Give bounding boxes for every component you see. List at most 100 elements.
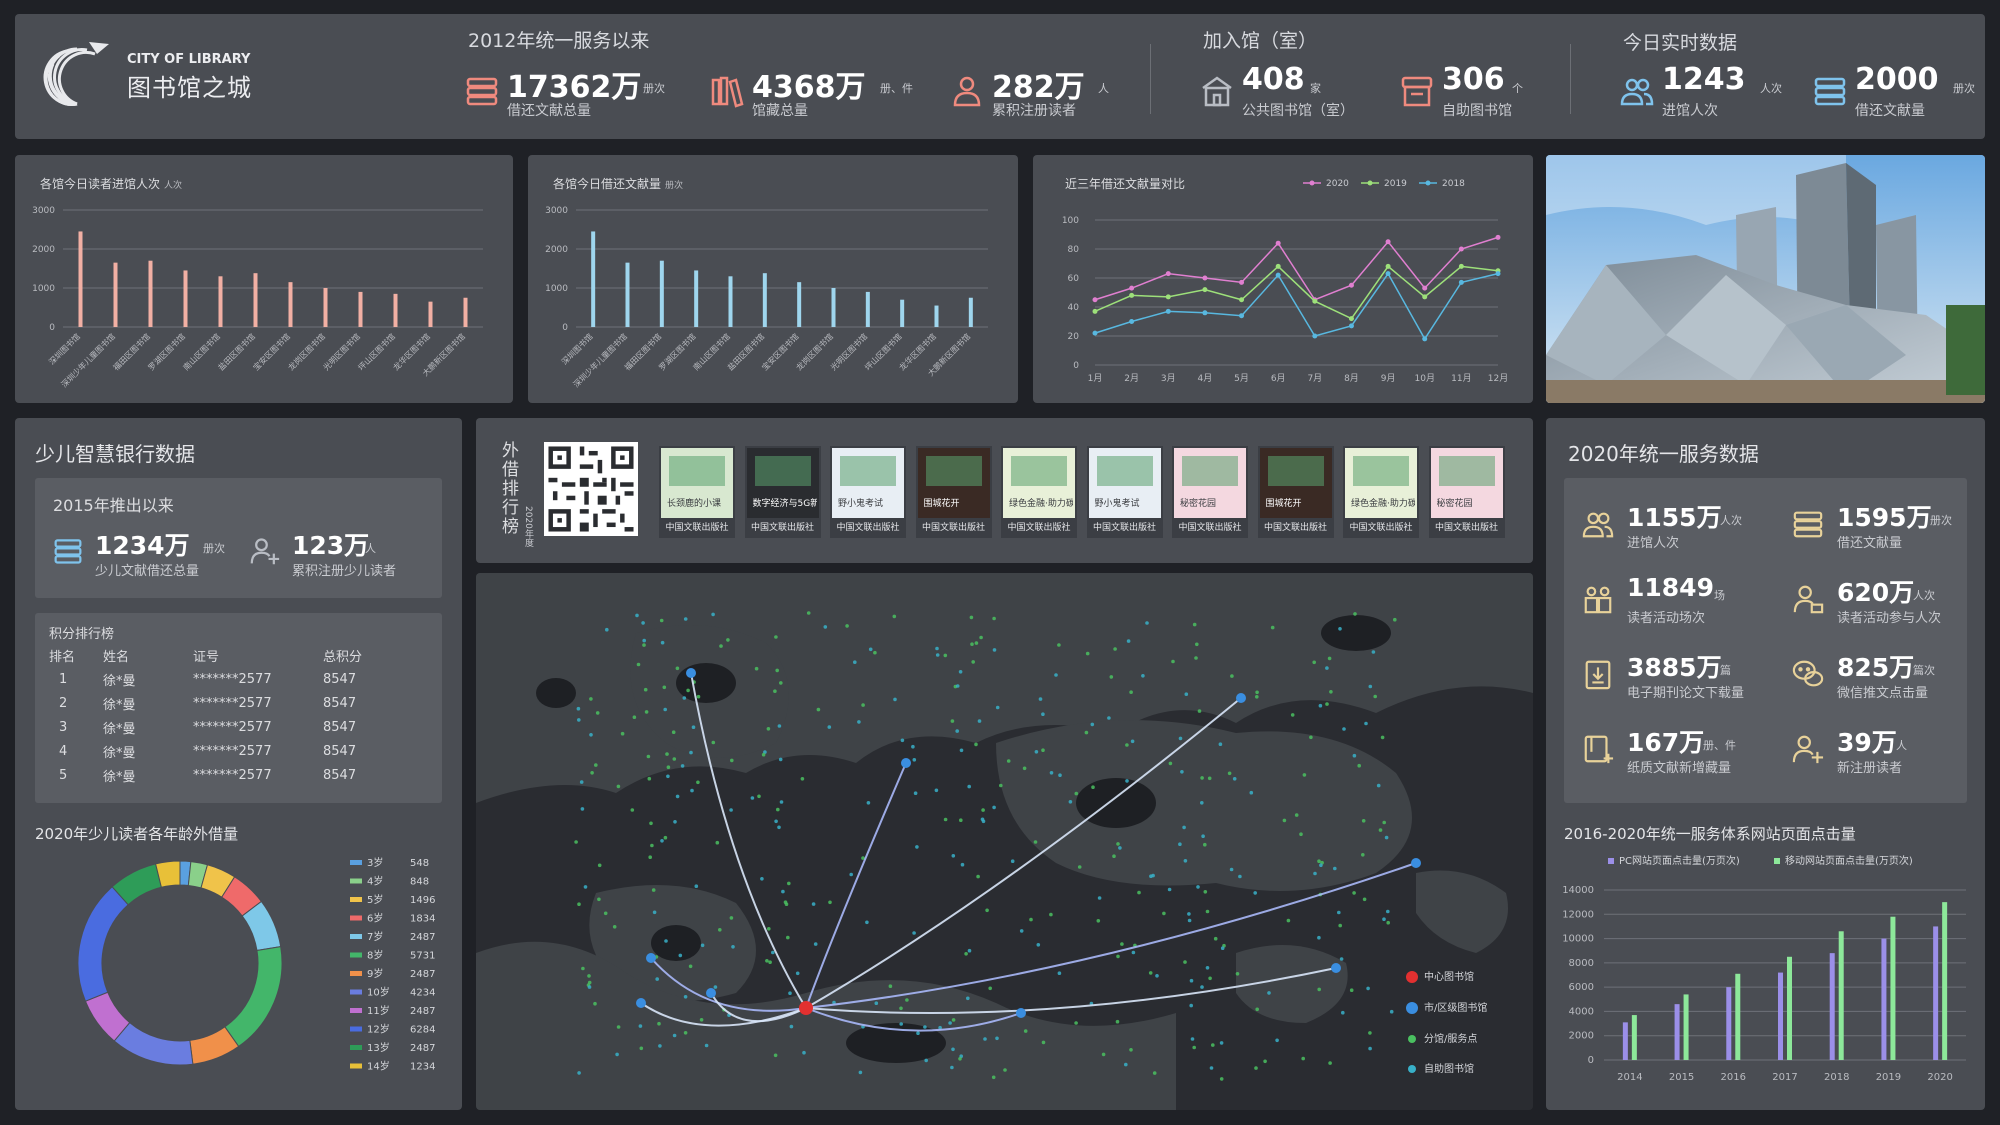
map-point: [999, 783, 1003, 788]
legend-swatch-icon: [1608, 858, 1614, 864]
y-tick-label: 80: [1068, 245, 1080, 255]
map-point: [711, 740, 716, 745]
legend-swatch-icon: [350, 952, 362, 958]
map-point: [1341, 1010, 1345, 1015]
book-title: 绿色金融·助力碳达峰、碳中和: [1009, 499, 1073, 509]
kids-bank-panel: 少儿智慧银行数据 2015年推出以来 1234万 册次 少儿文献借还总量 123…: [15, 418, 462, 1110]
y-tick-label: 0: [49, 323, 55, 333]
book-card[interactable]: 绿色金融·助力碳达峰、碳中和中国文联出版社: [1343, 446, 1419, 538]
table-cell: 8547: [323, 719, 357, 735]
x-tick-label: 2016: [1721, 1072, 1746, 1083]
stat-self-service: 306 个 自助图书馆: [1400, 62, 1550, 124]
map-point: [981, 819, 986, 824]
donut-slice: [77, 886, 129, 1002]
book-card[interactable]: 秘密花园 中国文联出版社: [1428, 446, 1505, 538]
table-row: 5 徐*曼 *******2577 8547: [49, 763, 429, 787]
map-point: [587, 974, 591, 978]
book-card[interactable]: 围城花开 中国文联出版社: [915, 446, 992, 538]
map-water-body: [1321, 615, 1391, 651]
bar-mobile: [1683, 994, 1689, 1060]
stat-label: 新注册读者: [1837, 761, 1903, 776]
map-point: [913, 791, 918, 795]
map-point: [1230, 674, 1234, 678]
map-point: [795, 971, 800, 976]
map-point: [1178, 842, 1182, 846]
book-card[interactable]: 绿色金融·助力碳达峰、碳中和中国文联出版社: [1001, 446, 1077, 538]
map-point: [1317, 859, 1321, 863]
branch-library-point: [1236, 693, 1246, 703]
map-point: [713, 985, 718, 989]
legend-label: 3岁: [367, 856, 383, 869]
book-title: 秘密花园: [1436, 499, 1473, 509]
bar-pc: [1674, 1004, 1680, 1060]
map-point: [866, 801, 871, 805]
map-point: [1318, 703, 1323, 708]
map-point: [1192, 622, 1197, 627]
y-tick-label: 6000: [1569, 982, 1594, 993]
map-point: [577, 902, 581, 906]
map-point: [1253, 891, 1257, 895]
map-point: [639, 1046, 644, 1051]
books-stack-icon: [1814, 77, 1846, 106]
book-card[interactable]: 野小鬼考试 中国文联出版社: [830, 446, 906, 538]
map-point: [1200, 985, 1204, 989]
data-point: [1422, 294, 1428, 300]
map-point: [779, 800, 784, 804]
legend-label: PC网站页面点击量(万页次): [1619, 856, 1740, 867]
legend-swatch-icon: [350, 897, 362, 902]
library-photo: [1546, 155, 1985, 403]
legend-label: 13岁: [367, 1041, 390, 1054]
bar: [113, 262, 118, 327]
rank-header-cell: 排名: [49, 649, 76, 665]
map-point: [1182, 825, 1186, 830]
bar: [148, 260, 153, 327]
self-service-icon: [1401, 76, 1433, 107]
map-point: [1195, 642, 1199, 647]
map-point: [649, 821, 653, 826]
table-cell: *******2577: [193, 695, 272, 711]
central-library-point: [799, 1001, 813, 1015]
map-point: [1125, 743, 1129, 747]
book-card[interactable]: 长颈鹿的小课 中国文联出版社: [659, 446, 735, 538]
age-donut-chart: 3岁 548 4岁 848 5岁 1496 6岁 1834 7岁 2487 8岁 5731 9岁 2487…: [77, 856, 435, 1073]
x-tick-label: 7月: [1307, 373, 1322, 384]
loans-chart-panel: 各馆今日借还文献量 册次 3000 2000 1000 0 深圳图书馆 深圳少年儿童图书馆福…: [528, 155, 1018, 403]
legend-label: 14岁: [367, 1060, 390, 1073]
branch-library-point: [706, 988, 716, 998]
table-cell: 3: [59, 719, 68, 735]
map-point: [1187, 918, 1192, 923]
qr-code-icon[interactable]: [544, 442, 638, 536]
map-point: [979, 635, 983, 640]
library-network-map[interactable]: [476, 573, 1533, 1110]
map-point: [632, 715, 637, 719]
map-point: [660, 640, 665, 645]
map-point: [659, 618, 664, 623]
map-point: [718, 928, 722, 932]
bar: [218, 276, 223, 327]
book-card[interactable]: 数字经济与5G新基建中国文联出版社: [744, 446, 821, 538]
map-point: [1112, 854, 1116, 858]
x-tick-label: 4月: [1198, 373, 1213, 384]
map-point: [646, 754, 651, 759]
data-point: [1092, 330, 1098, 336]
map-point: [1057, 971, 1062, 975]
x-tick-label: 3月: [1161, 373, 1176, 384]
data-point: [1129, 285, 1135, 291]
map-point: [683, 617, 688, 621]
book-card[interactable]: 秘密花园 中国文联出版社: [1172, 446, 1248, 538]
map-point: [779, 681, 783, 685]
map-point: [577, 1071, 581, 1075]
map-point: [1220, 946, 1225, 950]
book-card[interactable]: 野小鬼考试 中国文联出版社: [1086, 446, 1163, 538]
stat-label: 进馆人次: [1662, 103, 1718, 119]
stat-value: 11849: [1627, 573, 1714, 602]
map-point: [948, 1021, 952, 1025]
map-point: [1376, 783, 1381, 788]
book-card[interactable]: 围城花开 中国文联出版社: [1257, 446, 1334, 538]
map-point: [816, 707, 821, 712]
ranking-title-char: 行: [502, 498, 519, 518]
stat-value: 123万: [292, 531, 370, 560]
stat-value: 620万: [1837, 578, 1915, 607]
legend-item: 市/区级图书馆: [1406, 999, 1487, 1014]
legend-swatch-icon: [350, 1063, 362, 1069]
